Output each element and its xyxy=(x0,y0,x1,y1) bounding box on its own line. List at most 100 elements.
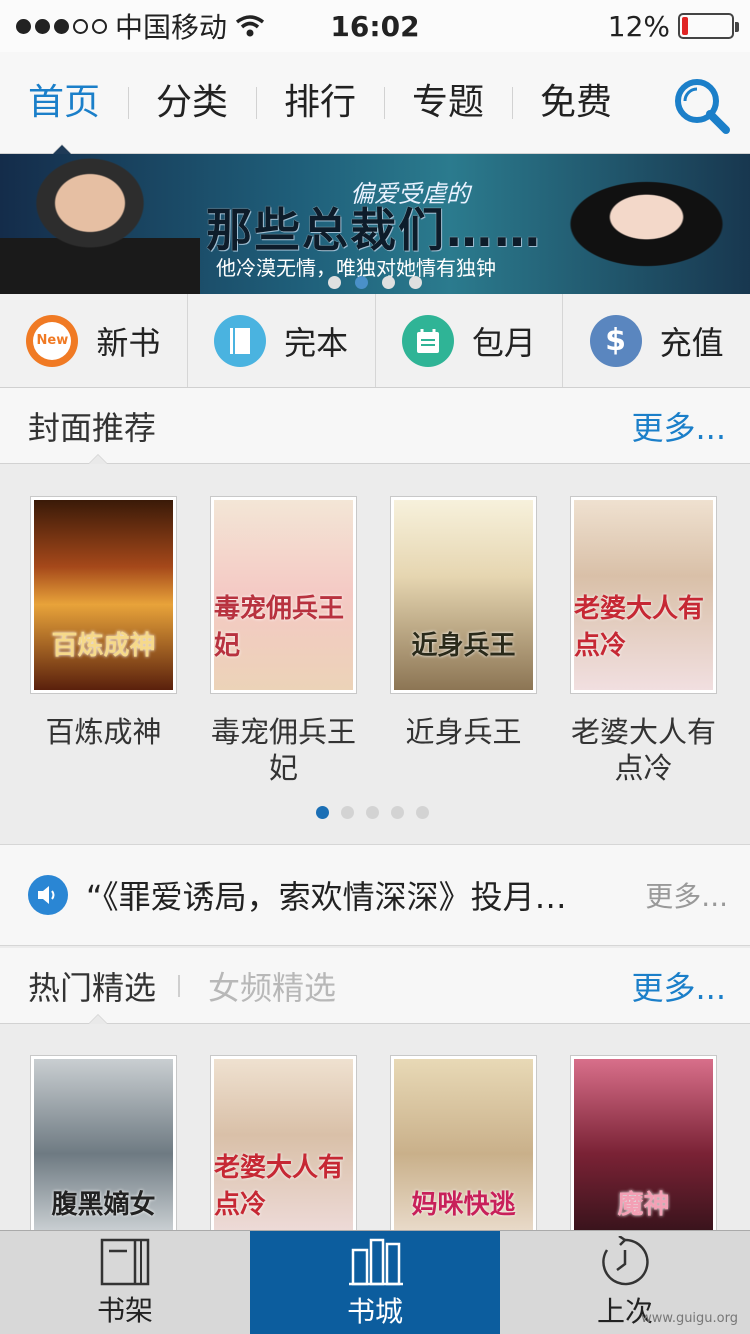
book-cover-title: 近身兵王 xyxy=(411,631,516,661)
book-cover-art: 毒宠佣兵王妃 xyxy=(214,500,353,690)
status-bar: 中国移动 16:02 12% xyxy=(0,0,750,52)
tab-home[interactable]: 首页 xyxy=(0,73,128,133)
tab-ranking[interactable]: 排行 xyxy=(256,73,384,133)
cover-page-dot[interactable] xyxy=(391,806,404,819)
book-cover-title: 腹黑嫡女 xyxy=(51,1190,156,1220)
hot-section-header: 热门精选 女频精选 更多... xyxy=(0,948,750,1024)
banner-page-dot[interactable] xyxy=(328,276,341,289)
cover-more-link[interactable]: 更多... xyxy=(631,403,726,449)
hot-section-title[interactable]: 热门精选 xyxy=(28,963,156,1009)
book-cover-art: 百炼成神 xyxy=(34,500,173,690)
notice-more-link[interactable]: 更多... xyxy=(645,875,728,915)
wifi-icon xyxy=(235,15,265,37)
calendar-icon xyxy=(401,314,454,367)
battery-icon xyxy=(678,13,739,39)
battery-percent: 12% xyxy=(607,9,670,43)
hot-more-link[interactable]: 更多... xyxy=(631,963,726,1009)
cover-page-dot[interactable] xyxy=(416,806,429,819)
new-badge-icon: New xyxy=(26,314,79,367)
promo-banner[interactable]: 偏爱受虐的 那些总裁们…… 他冷漠无情，唯独对她情有独钟 xyxy=(0,154,750,294)
notice-bar[interactable]: “《罪爱诱局，索欢情深深》投月… 更多... xyxy=(0,844,750,946)
tab-topics[interactable]: 专题 xyxy=(384,73,512,133)
tab-category[interactable]: 分类 xyxy=(128,73,256,133)
book-item[interactable]: 百炼成神 百炼成神 xyxy=(30,496,177,786)
book-title[interactable]: 近身兵王 xyxy=(379,714,549,750)
book-item[interactable]: 魔神 xyxy=(570,1055,717,1253)
banner-page-dot[interactable] xyxy=(409,276,422,289)
book-cover-title: 魔神 xyxy=(617,1190,670,1220)
banner-man-image xyxy=(0,154,200,294)
book-cover-title: 百炼成神 xyxy=(51,631,156,661)
tab-bookstore-label: 书城 xyxy=(346,1294,403,1328)
tab-bookshelf-label: 书架 xyxy=(96,1293,153,1327)
cover-page-dot[interactable] xyxy=(316,806,329,819)
cover-section-header: 封面推荐 更多... xyxy=(0,388,750,464)
book-item[interactable]: 老婆大人有点冷 老婆大人有点冷 xyxy=(570,496,717,786)
book-cover-art: 魔神 xyxy=(574,1059,713,1249)
quick-link-dollar[interactable]: $ 充值 xyxy=(562,294,750,387)
search-icon[interactable] xyxy=(672,76,732,136)
speaker-icon xyxy=(28,875,68,915)
bookstore-icon xyxy=(349,1238,403,1285)
notice-text: “《罪爱诱局，索欢情深深》投月… xyxy=(86,878,567,916)
quick-link-label: 充值 xyxy=(659,323,724,362)
book-item[interactable]: 近身兵王 近身兵王 xyxy=(390,496,537,786)
quick-link-label: 完本 xyxy=(284,323,349,362)
book-cover-title: 老婆大人有点冷 xyxy=(214,1153,345,1220)
book-cover[interactable]: 腹黑嫡女 xyxy=(30,1055,177,1253)
quick-link-label: 新书 xyxy=(96,323,161,362)
book-cover[interactable]: 近身兵王 xyxy=(390,496,537,694)
banner-page-dot[interactable] xyxy=(382,276,395,289)
book-item[interactable]: 毒宠佣兵王妃 毒宠佣兵王妃 xyxy=(210,496,357,786)
quick-link-book[interactable]: 完本 xyxy=(186,294,375,387)
book-cover[interactable]: 妈咪快逃 xyxy=(390,1055,537,1253)
section-indicator xyxy=(88,454,108,464)
signal-icon xyxy=(16,18,107,34)
book-cover-title: 老婆大人有点冷 xyxy=(574,594,705,661)
tab-bookstore[interactable]: 书城 xyxy=(250,1231,500,1334)
carrier-label: 中国移动 xyxy=(115,11,228,44)
quick-link-calendar[interactable]: 包月 xyxy=(374,294,563,387)
banner-headline: 那些总裁们…… xyxy=(206,203,542,257)
hot-books: 腹黑嫡女 老婆大人有点冷 妈咪快逃 魔神 xyxy=(0,1055,750,1253)
tab-free[interactable]: 免费 xyxy=(512,73,640,133)
quick-links: New 新书 完本 包月 $ 充值 xyxy=(0,294,750,388)
cover-page-dot[interactable] xyxy=(366,806,379,819)
book-title[interactable]: 老婆大人有点冷 xyxy=(559,714,729,786)
book-cover-art: 近身兵王 xyxy=(394,500,533,690)
book-item[interactable]: 老婆大人有点冷 xyxy=(210,1055,357,1253)
book-title[interactable]: 百炼成神 xyxy=(19,714,189,750)
book-cover-art: 老婆大人有点冷 xyxy=(574,500,713,690)
book-cover-art: 妈咪快逃 xyxy=(394,1059,533,1249)
female-picks-tab[interactable]: 女频精选 xyxy=(178,963,336,1009)
book-cover-title: 毒宠佣兵王妃 xyxy=(214,594,345,661)
quick-link-new-badge[interactable]: New 新书 xyxy=(0,294,187,387)
quick-link-label: 包月 xyxy=(471,323,536,362)
bookshelf-icon xyxy=(100,1238,150,1285)
book-cover-art: 腹黑嫡女 xyxy=(34,1059,173,1249)
banner-woman-image xyxy=(520,154,750,294)
banner-pager xyxy=(328,276,422,289)
banner-page-dot[interactable] xyxy=(355,276,368,289)
active-tab-indicator xyxy=(52,144,72,154)
book-item[interactable]: 妈咪快逃 xyxy=(390,1055,537,1253)
book-cover[interactable]: 老婆大人有点冷 xyxy=(210,1055,357,1253)
section-indicator xyxy=(88,1014,108,1024)
bottom-tab-bar: 书架 书城 上次 xyxy=(0,1230,750,1334)
cover-pager xyxy=(316,806,429,819)
dollar-icon: $ xyxy=(589,314,642,367)
book-cover[interactable]: 老婆大人有点冷 xyxy=(570,496,717,694)
book-cover-art: 老婆大人有点冷 xyxy=(214,1059,353,1249)
cover-page-dot[interactable] xyxy=(341,806,354,819)
watermark: www.guigu.org xyxy=(641,1311,738,1326)
tab-bookshelf[interactable]: 书架 xyxy=(0,1231,250,1334)
book-cover[interactable]: 百炼成神 xyxy=(30,496,177,694)
history-icon xyxy=(602,1235,649,1285)
book-cover[interactable]: 毒宠佣兵王妃 xyxy=(210,496,357,694)
book-cover[interactable]: 魔神 xyxy=(570,1055,717,1253)
top-nav: 首页 分类 排行 专题 免费 xyxy=(0,52,750,154)
book-title[interactable]: 毒宠佣兵王妃 xyxy=(199,714,369,786)
cover-books: 百炼成神 百炼成神 毒宠佣兵王妃 毒宠佣兵王妃 近身兵王 近身兵王 老婆大人有点冷 老婆大人有… xyxy=(0,496,750,786)
book-icon xyxy=(214,314,267,367)
book-item[interactable]: 腹黑嫡女 xyxy=(30,1055,177,1253)
